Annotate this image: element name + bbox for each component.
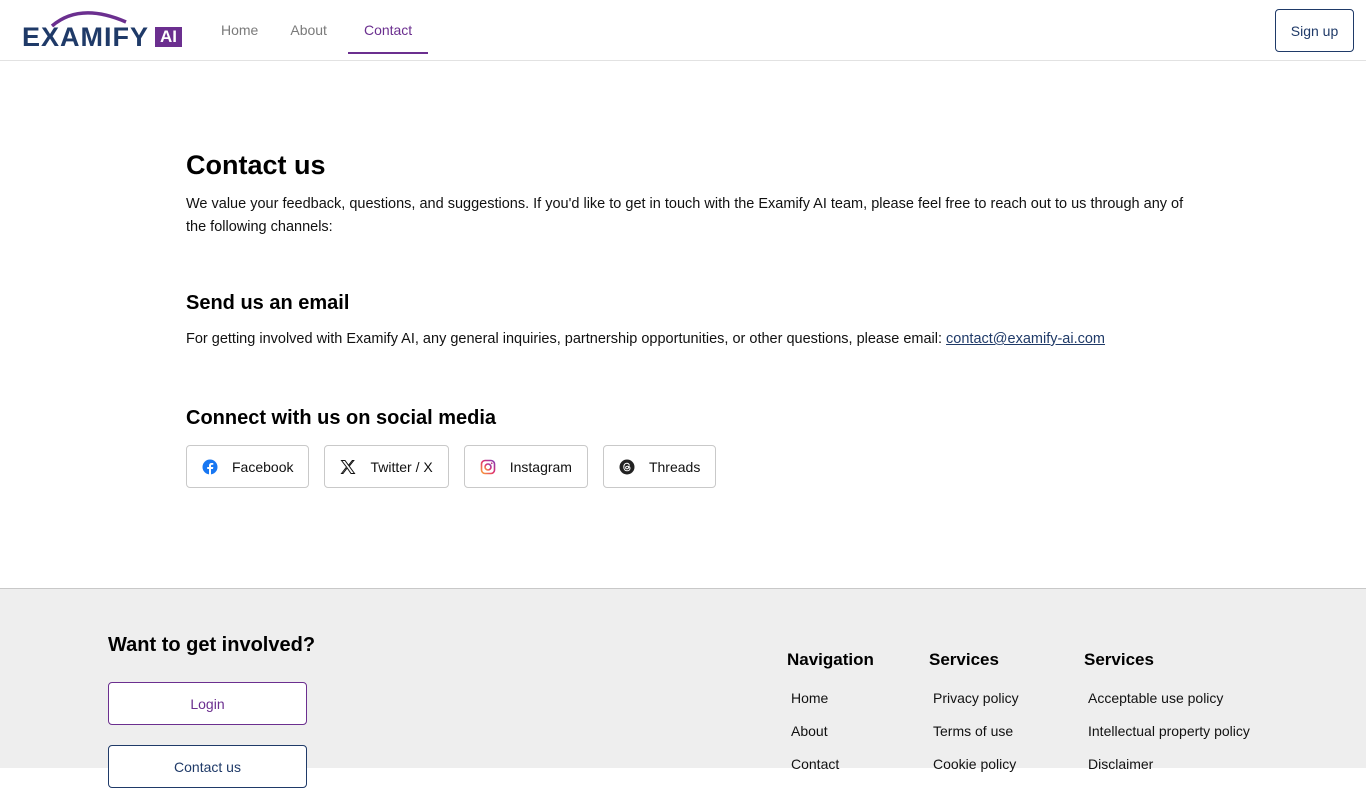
footer-column-heading: Services [1084, 650, 1154, 669]
x-icon [340, 459, 356, 474]
threads-label: Threads [648, 458, 701, 475]
footer-login-button[interactable]: Login [108, 682, 307, 725]
facebook-icon [202, 459, 218, 475]
logo-ai-badge: AI [155, 27, 182, 47]
footer-link-ip-policy[interactable]: Intellectual property policy [1088, 723, 1250, 756]
footer-link-privacy[interactable]: Privacy policy [933, 690, 1019, 723]
intro-text: We value your feedback, questions, and s… [186, 196, 1184, 235]
footer-column-heading: Services [929, 650, 999, 669]
instagram-button[interactable]: Instagram [463, 445, 588, 488]
footer-column-services: Services Privacy policy Terms of use Coo… [929, 650, 1019, 789]
instagram-icon [480, 459, 496, 474]
footer-column-navigation: Navigation Home About Contact [787, 650, 874, 789]
email-text: For getting involved with Examify AI, an… [186, 331, 1186, 347]
facebook-button[interactable]: Facebook [186, 445, 310, 488]
footer-title: Want to get involved? [108, 634, 316, 656]
footer-link-contact[interactable]: Contact [791, 756, 874, 789]
nav-about[interactable]: About [279, 0, 338, 54]
threads-button[interactable]: Threads [602, 445, 717, 488]
nav-contact[interactable]: Contact [347, 0, 429, 54]
email-link[interactable]: contact@examify-ai.com [946, 331, 1105, 347]
examify-logo[interactable]: EXAMIFY AI [22, 8, 184, 52]
footer-link-acceptable-use[interactable]: Acceptable use policy [1088, 690, 1250, 723]
footer-link-list: Acceptable use policy Intellectual prope… [1084, 690, 1250, 789]
sign-up-button[interactable]: Sign up [1275, 9, 1354, 52]
facebook-label: Facebook [232, 458, 294, 475]
footer-column-services-2: Services Acceptable use policy Intellect… [1084, 650, 1250, 789]
page-title: Contact us [186, 150, 326, 180]
footer-column-heading: Navigation [787, 650, 874, 669]
social-section: Connect with us on social media Facebook… [186, 407, 731, 488]
instagram-label: Instagram [509, 458, 572, 475]
twitter-x-button[interactable]: Twitter / X [324, 445, 449, 488]
email-description: For getting involved with Examify AI, an… [186, 331, 947, 347]
footer-link-list: Privacy policy Terms of use Cookie polic… [929, 690, 1019, 789]
footer-link-cookie[interactable]: Cookie policy [933, 756, 1019, 789]
contact-intro-section: Contact us We value your feedback, quest… [186, 150, 1186, 239]
threads-icon [619, 459, 635, 474]
social-buttons: Facebook Twitter / X Instagram Threads [186, 445, 731, 488]
footer-link-home[interactable]: Home [791, 690, 874, 723]
nav-home[interactable]: Home [210, 0, 269, 54]
twitter-x-label: Twitter / X [370, 458, 433, 475]
site-footer: Want to get involved? Login Contact us N… [0, 588, 1366, 788]
footer-link-list: Home About Contact [787, 690, 874, 789]
main-nav: Home About Contact [210, 0, 438, 60]
email-heading: Send us an email [186, 292, 350, 314]
email-section: Send us an email For getting involved wi… [186, 292, 1186, 347]
logo-text: EXAMIFY [22, 22, 150, 52]
footer-link-about[interactable]: About [791, 723, 874, 756]
social-heading: Connect with us on social media [186, 407, 497, 429]
footer-link-terms[interactable]: Terms of use [933, 723, 1019, 756]
footer-link-disclaimer[interactable]: Disclaimer [1088, 756, 1250, 789]
site-header: EXAMIFY AI Home About Contact Sign up [0, 0, 1366, 61]
footer-contact-button[interactable]: Contact us [108, 745, 307, 788]
